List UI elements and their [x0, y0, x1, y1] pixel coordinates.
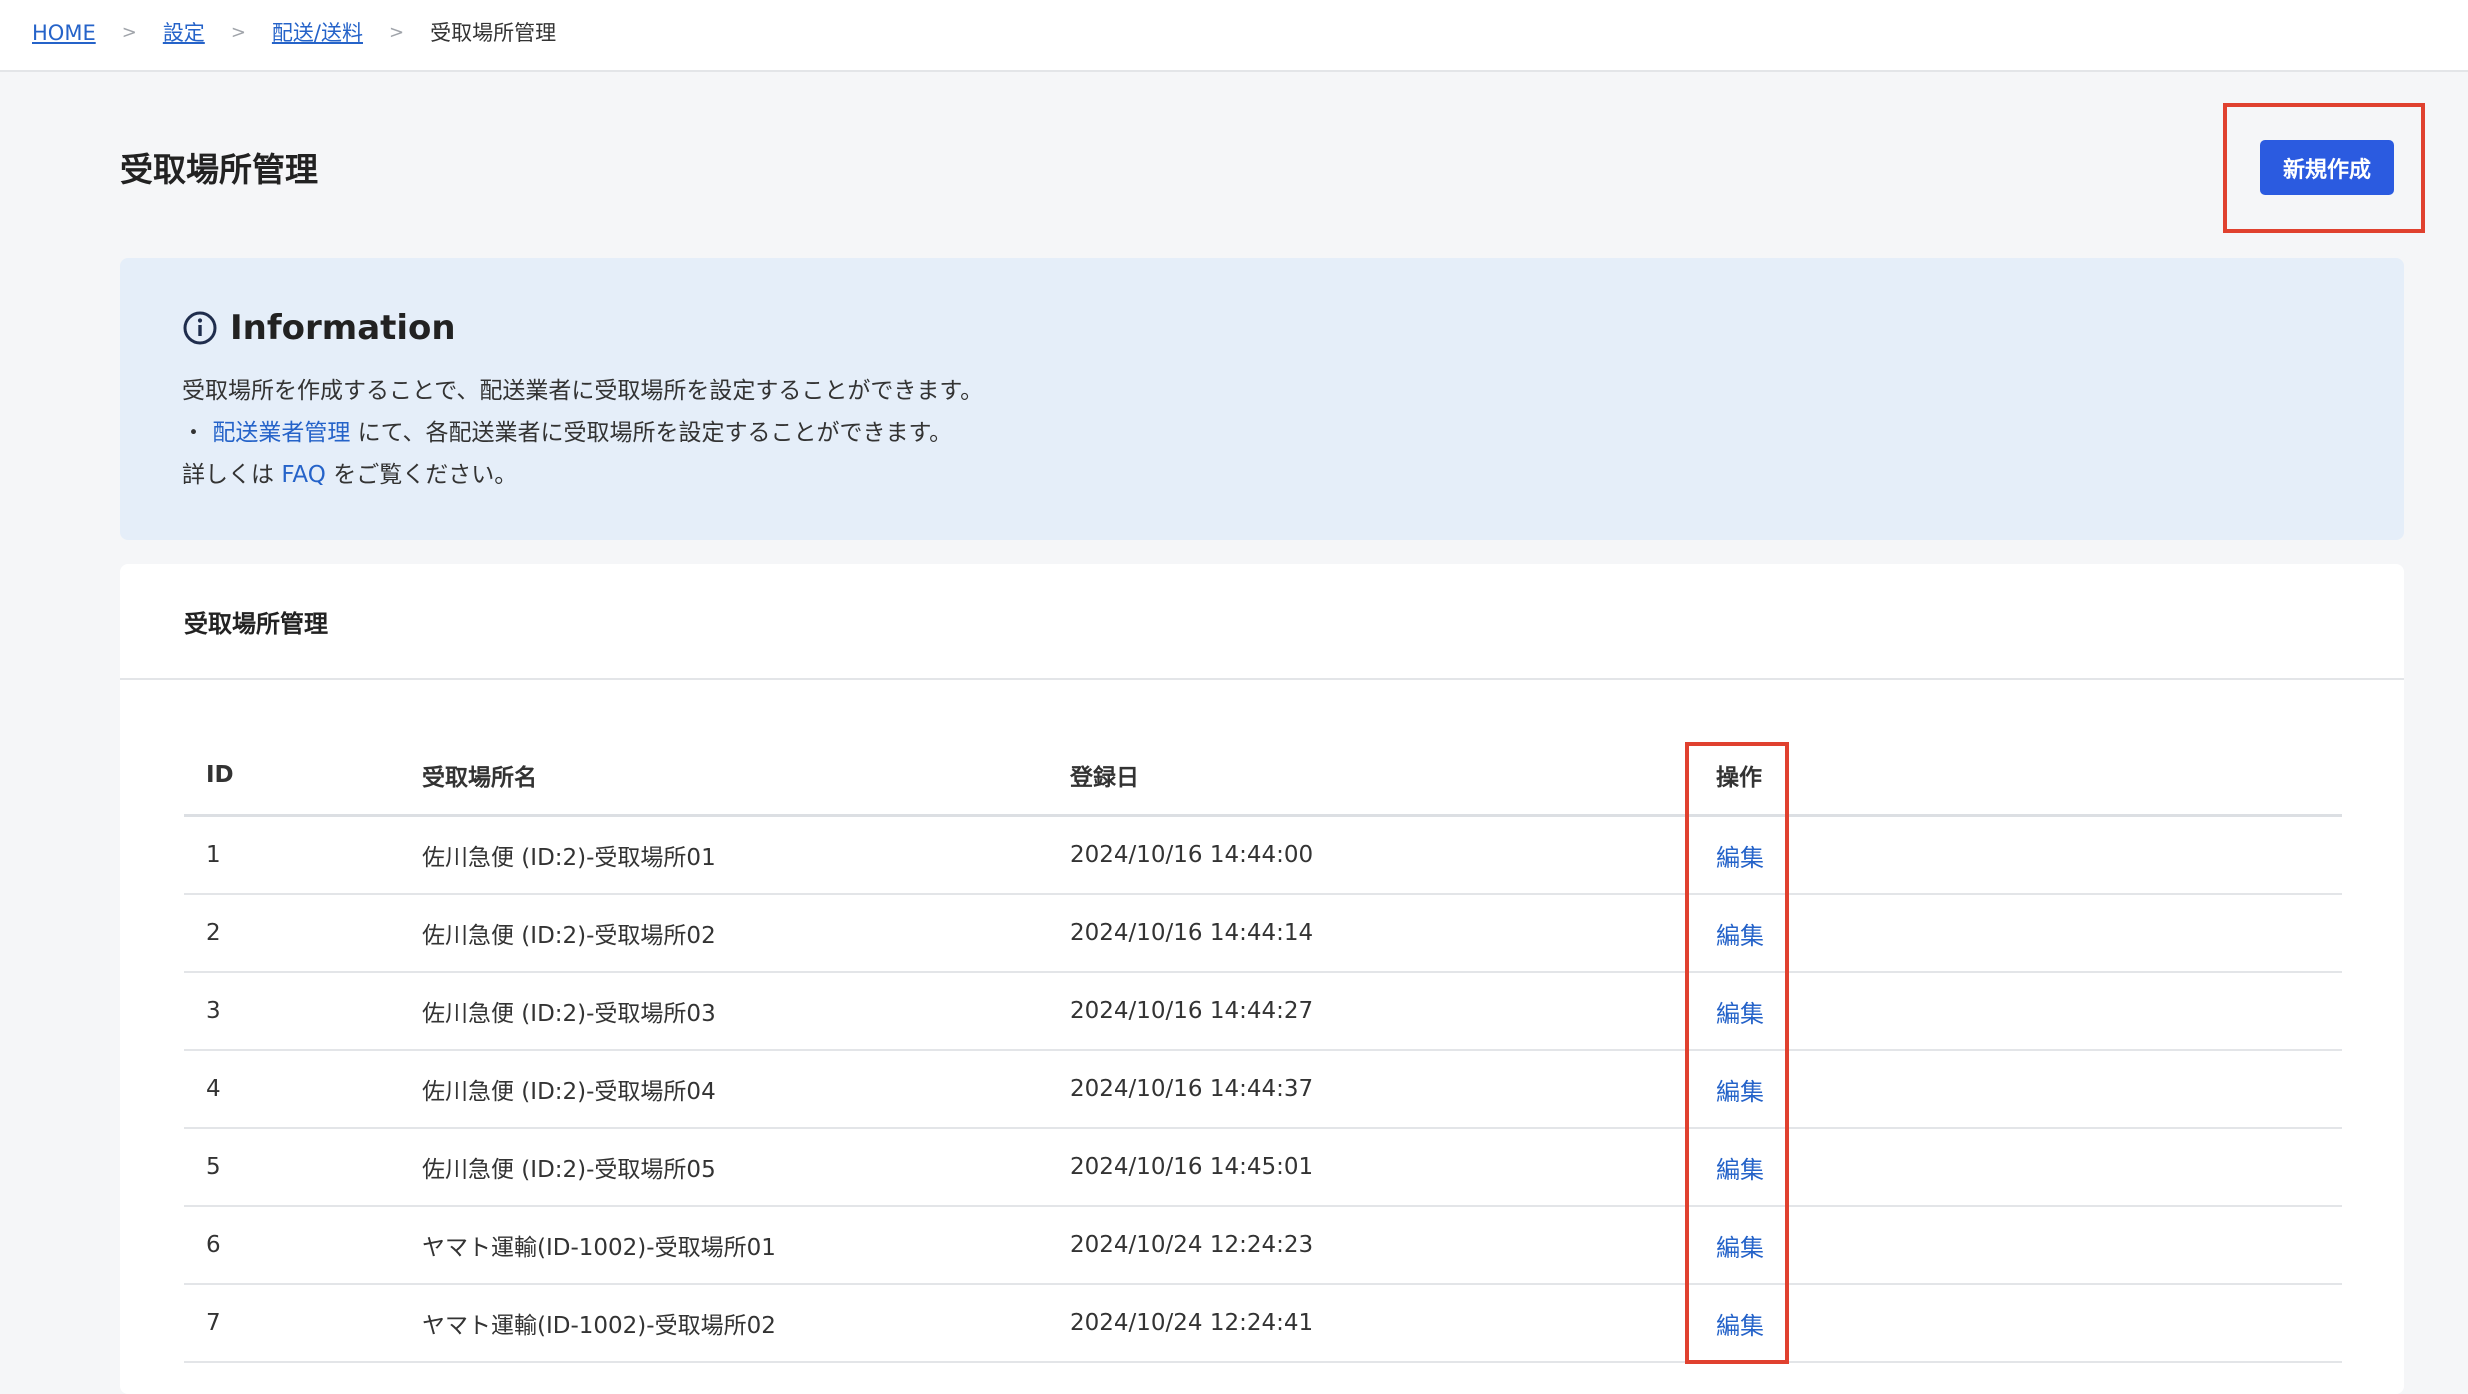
- cell-name: 佐川急便 (ID:2)-受取場所05: [400, 1128, 1048, 1207]
- breadcrumb-separator: >: [388, 22, 405, 43]
- edit-link[interactable]: 編集: [1716, 844, 1764, 872]
- information-text-2-suffix: にて、各配送業者に受取場所を設定することができます。: [357, 420, 953, 446]
- cell-id: 7: [184, 1284, 400, 1363]
- cell-date: 2024/10/16 14:44:27: [1048, 972, 1694, 1051]
- create-new-button[interactable]: 新規作成: [2260, 140, 2394, 195]
- cell-name: 佐川急便 (ID:2)-受取場所01: [400, 815, 1048, 895]
- breadcrumb-current: 受取場所管理: [430, 21, 557, 45]
- cell-id: 6: [184, 1206, 400, 1285]
- breadcrumb: HOME > 設定 > 配送/送料 > 受取場所管理: [32, 18, 556, 48]
- cell-name: 佐川急便 (ID:2)-受取場所04: [400, 1050, 1048, 1129]
- page-title: 受取場所管理: [120, 150, 318, 189]
- breadcrumb-home-link[interactable]: HOME: [32, 18, 96, 48]
- cell-date: 2024/10/16 14:44:00: [1048, 815, 1694, 895]
- cell-id: 3: [184, 972, 400, 1051]
- cell-action: 編集: [1694, 1206, 2342, 1285]
- cell-name: 佐川急便 (ID:2)-受取場所02: [400, 894, 1048, 973]
- table-row: 7 ヤマト運輸(ID-1002)-受取場所02 2024/10/24 12:24…: [184, 1284, 2342, 1363]
- edit-link[interactable]: 編集: [1716, 1000, 1764, 1028]
- breadcrumb-shipping-link[interactable]: 配送/送料: [272, 18, 363, 48]
- information-title: Information: [230, 308, 456, 348]
- cell-date: 2024/10/16 14:45:01: [1048, 1128, 1694, 1207]
- information-text-2: ・ 配送業者管理 にて、各配送業者に受取場所を設定することができます。: [182, 416, 952, 450]
- shipping-carrier-management-link[interactable]: 配送業者管理: [212, 420, 350, 446]
- cell-action: 編集: [1694, 1284, 2342, 1363]
- cell-id: 2: [184, 894, 400, 973]
- table-header-row: ID 受取場所名 登録日 操作: [184, 736, 2342, 817]
- edit-link[interactable]: 編集: [1716, 922, 1764, 950]
- table-row: 4 佐川急便 (ID:2)-受取場所04 2024/10/16 14:44:37…: [184, 1050, 2342, 1129]
- column-header-date: 登録日: [1048, 736, 1694, 817]
- cell-date: 2024/10/16 14:44:14: [1048, 894, 1694, 973]
- information-panel: Information 受取場所を作成することで、配送業者に受取場所を設定するこ…: [120, 258, 2404, 540]
- table-row: 1 佐川急便 (ID:2)-受取場所01 2024/10/16 14:44:00…: [184, 815, 2342, 895]
- cell-date: 2024/10/24 12:24:23: [1048, 1206, 1694, 1285]
- pickup-location-card: 受取場所管理 ID 受取場所名 登録日 操作 1 佐川急便 (ID:2)-受取場…: [120, 564, 2404, 1394]
- pickup-location-table: ID 受取場所名 登録日 操作 1 佐川急便 (ID:2)-受取場所01 202…: [184, 736, 2342, 1363]
- information-text-3-suffix: をご覧ください。: [333, 462, 518, 488]
- table-row: 5 佐川急便 (ID:2)-受取場所05 2024/10/16 14:45:01…: [184, 1128, 2342, 1207]
- information-text-3: 詳しくは FAQ をご覧ください。: [182, 458, 517, 492]
- cell-name: ヤマト運輸(ID-1002)-受取場所01: [400, 1206, 1048, 1285]
- divider: [120, 678, 2404, 680]
- cell-action: 編集: [1694, 1050, 2342, 1129]
- info-circle-icon: [183, 311, 217, 345]
- cell-date: 2024/10/24 12:24:41: [1048, 1284, 1694, 1363]
- cell-action: 編集: [1694, 972, 2342, 1051]
- faq-link[interactable]: FAQ: [281, 462, 326, 488]
- cell-id: 4: [184, 1050, 400, 1129]
- table-row: 6 ヤマト運輸(ID-1002)-受取場所01 2024/10/24 12:24…: [184, 1206, 2342, 1285]
- edit-link[interactable]: 編集: [1716, 1312, 1764, 1340]
- top-bar: HOME > 設定 > 配送/送料 > 受取場所管理: [0, 0, 2468, 72]
- edit-link[interactable]: 編集: [1716, 1234, 1764, 1262]
- breadcrumb-separator: >: [230, 22, 246, 43]
- column-header-action: 操作: [1694, 736, 2342, 817]
- information-text-1: 受取場所を作成することで、配送業者に受取場所を設定することができます。: [182, 378, 984, 404]
- column-header-id: ID: [184, 736, 400, 817]
- table-row: 2 佐川急便 (ID:2)-受取場所02 2024/10/16 14:44:14…: [184, 894, 2342, 973]
- column-header-name: 受取場所名: [400, 736, 1048, 817]
- cell-date: 2024/10/16 14:44:37: [1048, 1050, 1694, 1129]
- card-title: 受取場所管理: [184, 610, 328, 638]
- cell-name: 佐川急便 (ID:2)-受取場所03: [400, 972, 1048, 1051]
- bullet: ・: [182, 420, 205, 446]
- cell-id: 5: [184, 1128, 400, 1207]
- information-text-3-prefix: 詳しくは: [182, 462, 274, 488]
- cell-name: ヤマト運輸(ID-1002)-受取場所02: [400, 1284, 1048, 1363]
- edit-link[interactable]: 編集: [1716, 1156, 1764, 1184]
- breadcrumb-settings-link[interactable]: 設定: [163, 18, 205, 48]
- breadcrumb-separator: >: [121, 22, 137, 43]
- cell-action: 編集: [1694, 1128, 2342, 1207]
- information-header: Information: [182, 306, 456, 350]
- cell-action: 編集: [1694, 815, 2342, 895]
- table-row: 3 佐川急便 (ID:2)-受取場所03 2024/10/16 14:44:27…: [184, 972, 2342, 1051]
- edit-link[interactable]: 編集: [1716, 1078, 1764, 1106]
- cell-action: 編集: [1694, 894, 2342, 973]
- cell-id: 1: [184, 815, 400, 895]
